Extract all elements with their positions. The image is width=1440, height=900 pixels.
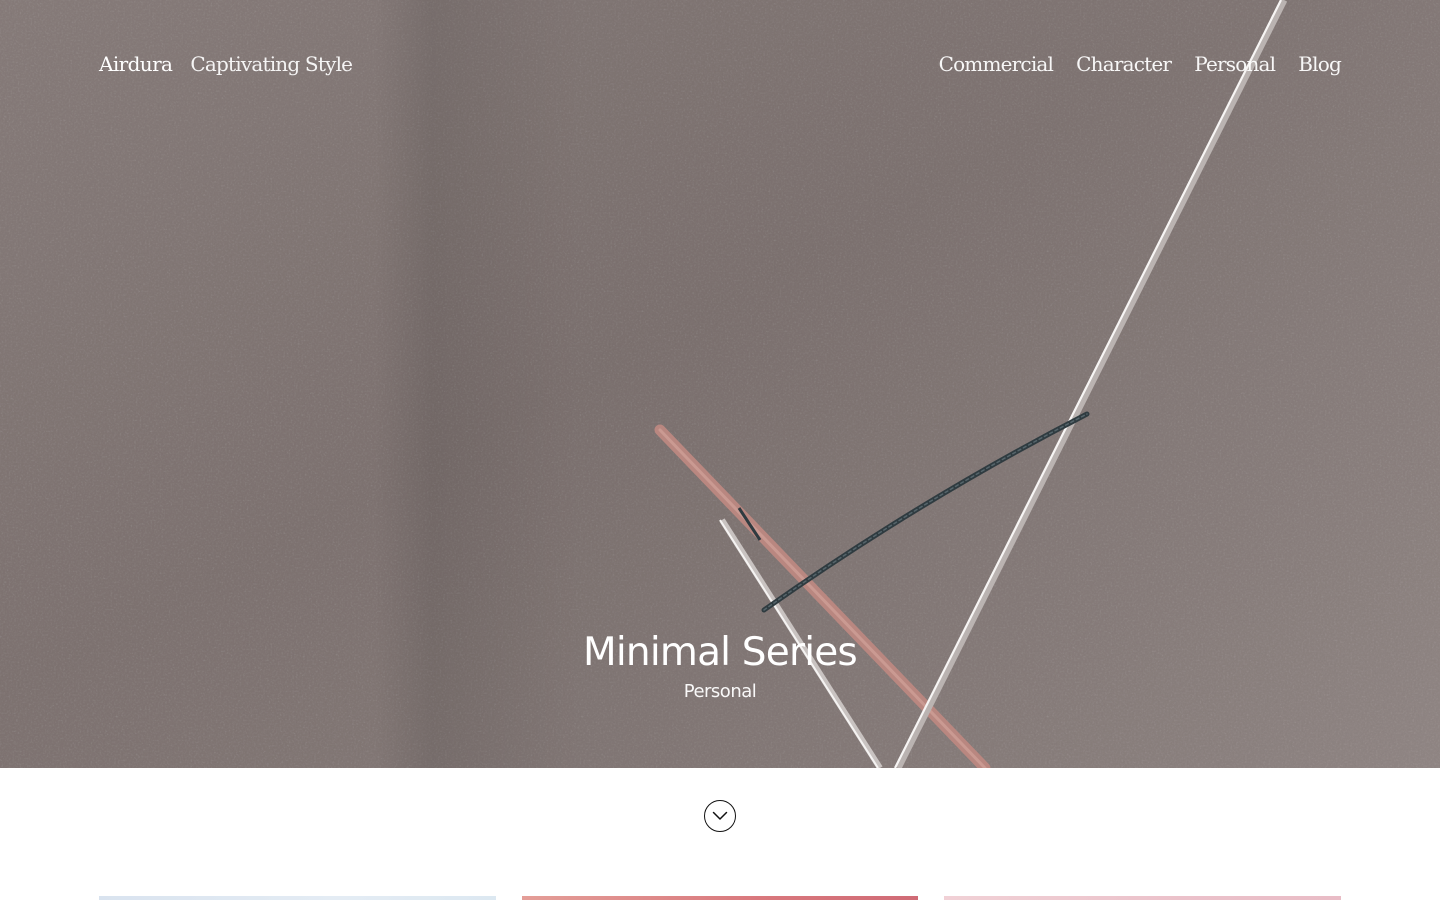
hero-section: Airdura Captivating Style Commercial Cha… xyxy=(0,0,1440,768)
project-grid xyxy=(99,896,1341,900)
hero-title-link[interactable]: Minimal Series xyxy=(0,628,1440,678)
page: Airdura Captivating Style Commercial Cha… xyxy=(0,0,1440,900)
scroll-down-button[interactable] xyxy=(704,800,736,832)
brand: Airdura Captivating Style xyxy=(99,52,353,76)
site-header: Airdura Captivating Style Commercial Cha… xyxy=(99,48,1342,80)
hero-caption: Minimal Series Personal xyxy=(0,628,1440,704)
nav-link-commercial[interactable]: Commercial xyxy=(939,52,1054,76)
hero-category-link[interactable]: Personal xyxy=(684,680,757,704)
main-navigation: Commercial Character Personal Blog xyxy=(939,52,1342,76)
site-logo-link[interactable]: Airdura xyxy=(99,52,173,76)
nav-link-personal[interactable]: Personal xyxy=(1194,52,1276,76)
nav-link-blog[interactable]: Blog xyxy=(1298,52,1342,76)
project-card[interactable] xyxy=(944,896,1341,900)
chevron-down-icon xyxy=(712,811,728,820)
project-card[interactable] xyxy=(522,896,918,900)
project-card[interactable] xyxy=(99,896,496,900)
site-tagline: Captivating Style xyxy=(190,52,353,76)
nav-link-character[interactable]: Character xyxy=(1076,52,1172,76)
